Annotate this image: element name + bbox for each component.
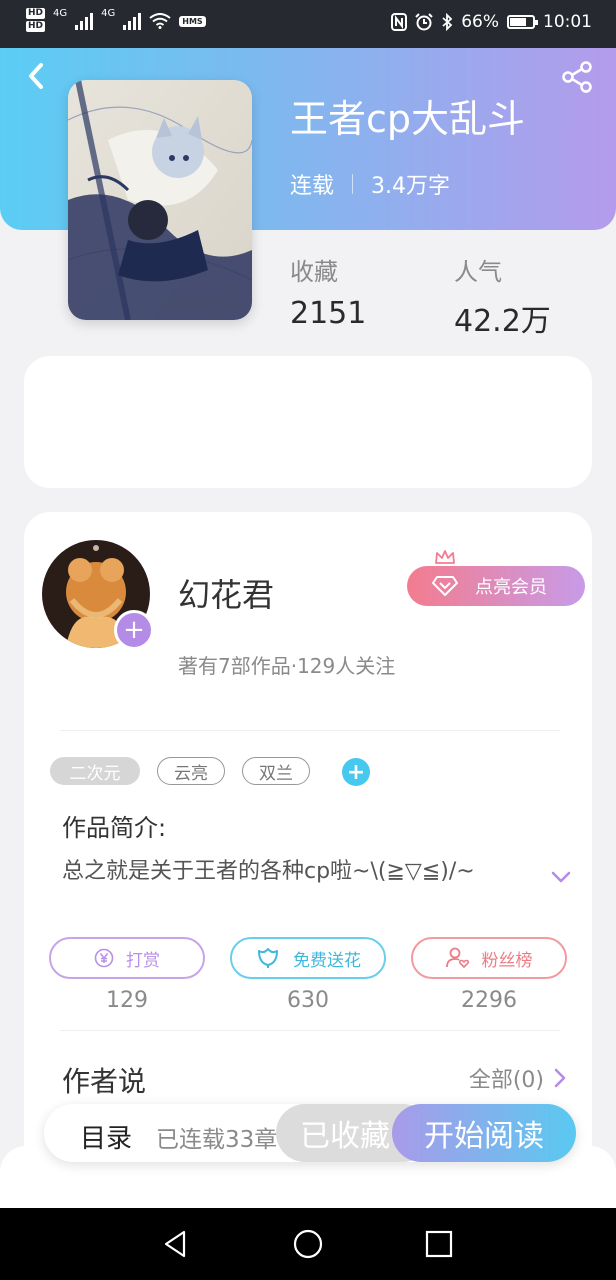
reward-button[interactable]: 打赏: [49, 937, 205, 979]
favorites-label: 收藏: [290, 258, 338, 286]
section-divider: [60, 730, 560, 731]
author-summary: 著有7部作品·129人关注: [178, 654, 396, 678]
network-type-2: 4G: [101, 8, 116, 19]
table-of-contents-button[interactable]: 目录: [80, 1118, 132, 1155]
fans-ranking-label: 粉丝榜: [481, 950, 533, 971]
bluetooth-icon: [442, 13, 453, 31]
flower-count: 630: [287, 988, 329, 1013]
tag-1[interactable]: 二次元: [50, 757, 140, 785]
signal-icon: [75, 12, 94, 30]
svg-text:HAPPY NEW Y: HAPPY NEW Y: [158, 297, 241, 311]
chevron-down-icon[interactable]: [550, 870, 572, 884]
meta-divider: [352, 174, 354, 194]
start-reading-button[interactable]: 开始阅读: [392, 1104, 576, 1162]
see-all-label: 全部(0): [468, 1068, 544, 1093]
fans-count: 2296: [461, 988, 517, 1013]
send-flower-button[interactable]: 免费送花: [230, 937, 386, 979]
chevron-right-icon: [554, 1068, 566, 1088]
yen-icon: [94, 948, 114, 968]
status-left: HD HD 4G 4G HMS: [26, 8, 206, 34]
intro-text: 总之就是关于王者的各种cp啦~\(≧▽≦)/~: [62, 859, 475, 884]
crown-icon: [435, 550, 455, 564]
author-says-title: 作者说: [62, 1065, 147, 1098]
follow-author-button[interactable]: +: [114, 610, 154, 650]
nfc-icon: [391, 13, 408, 31]
nav-recents-icon[interactable]: [423, 1228, 455, 1260]
hms-badge: HMS: [179, 15, 206, 27]
hd-badge-2: HD: [26, 21, 46, 32]
cover-illustration: HAPPY NEW Y 20: [68, 80, 252, 320]
author-name[interactable]: 幻花君: [178, 570, 274, 616]
tag-2[interactable]: 云亮: [157, 757, 225, 785]
intro-title: 作品简介:: [62, 814, 167, 842]
reward-count: 129: [106, 988, 148, 1013]
network-type-1: 4G: [53, 8, 68, 19]
fans-ranking-button[interactable]: 粉丝榜: [411, 937, 567, 979]
nav-back-icon[interactable]: [160, 1228, 192, 1260]
section-divider-2: [60, 1030, 560, 1031]
signal-icon-2: [123, 12, 142, 30]
svg-text:20: 20: [226, 281, 241, 295]
back-button[interactable]: [20, 58, 52, 94]
fans-icon: [445, 947, 469, 969]
status-right: 66% 10:01: [391, 12, 592, 32]
alarm-icon: [415, 13, 433, 31]
chapters-count: 已连载33章: [156, 1127, 278, 1153]
share-icon[interactable]: [560, 60, 594, 94]
send-flower-label: 免费送花: [293, 950, 361, 971]
clock: 10:01: [543, 12, 592, 32]
plus-icon: +: [123, 615, 145, 645]
word-count: 3.4万字: [371, 174, 451, 199]
popularity-value: 42.2万: [454, 304, 551, 339]
serial-status: 连载: [290, 174, 335, 199]
favorites-value: 2151: [290, 296, 367, 331]
battery-icon: [507, 15, 538, 29]
add-tag-button[interactable]: +: [342, 758, 370, 786]
popularity-label: 人气: [454, 258, 502, 286]
collected-label: 已收藏: [300, 1119, 390, 1154]
see-all-link[interactable]: 全部(0): [469, 1062, 566, 1094]
book-meta: 连载 3.4万字: [290, 168, 450, 200]
vip-button[interactable]: 点亮会员: [407, 566, 585, 606]
battery-percent: 66%: [461, 12, 499, 32]
book-cover[interactable]: HAPPY NEW Y 20: [68, 80, 252, 320]
diamond-icon: [432, 576, 458, 596]
back-icon: [29, 63, 43, 89]
status-bar: HD HD 4G 4G HMS 66% 10:01: [0, 0, 616, 48]
hd-badges: HD HD: [26, 8, 46, 34]
plus-icon: +: [346, 759, 366, 785]
hd-badge-1: HD: [26, 8, 46, 19]
start-reading-label: 开始阅读: [424, 1119, 544, 1154]
flower-icon: [258, 948, 278, 968]
reward-label: 打赏: [126, 950, 160, 971]
empty-card: [24, 356, 592, 488]
tag-3[interactable]: 双兰: [242, 757, 310, 785]
vip-button-label: 点亮会员: [475, 577, 547, 598]
wifi-icon: [149, 13, 171, 29]
system-navigation-bar: [0, 1208, 616, 1280]
nav-home-icon[interactable]: [292, 1228, 324, 1260]
book-title: 王者cp大乱斗: [290, 97, 526, 141]
